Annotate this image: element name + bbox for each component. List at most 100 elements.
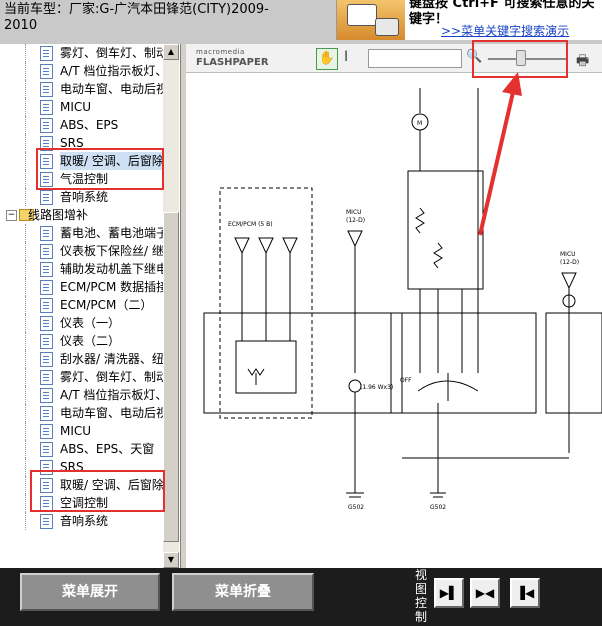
document-icon [40,442,53,457]
keyboard-icon [337,0,405,40]
current-vehicle-label: 当前车型：厂家:G-广汽本田锋范(CITY)2009- 2010 [4,2,279,34]
micu-left-sub: (12-D) [346,217,365,224]
tree-connector [25,332,38,350]
tree-connector [25,116,38,134]
tree-item[interactable]: A/T 档位指示板灯、 [0,386,163,404]
tree-item-label: 电动车窗、电动后视 [60,406,163,420]
tree-item-label: 雾灯、倒车灯、制动 [60,46,163,60]
tree-connector [25,260,38,278]
tree-item-label: 蓄电池、蓄电池端子 [60,226,163,240]
tree-item-label: 仪表板下保险丝/ 继 [60,244,163,258]
document-icon [40,190,53,205]
ecm-label: ECM/PCM (5 B) [228,221,273,228]
document-icon [40,262,53,277]
tree-item[interactable]: MICU [0,422,163,440]
document-icon [40,352,53,367]
micu-right-sub: (12-D) [560,259,579,266]
expand-menu-button[interactable]: 菜单展开 [20,573,160,611]
document-icon [40,388,53,403]
tree-connector [25,80,38,98]
tree-connector [25,188,38,206]
view-split-icon[interactable]: ▶◀ [470,578,500,608]
tree-item[interactable]: 仪表（一） [0,314,163,332]
tree-item-label: 线路图增补 [28,208,89,222]
document-icon [40,46,53,61]
tree-folder[interactable]: − 线路图增补 [0,206,163,224]
micu-right-label: MICU [560,251,576,258]
collapse-icon[interactable]: − [6,210,17,221]
tree-item[interactable]: A/T 档位指示板灯、 [0,62,163,80]
tree-connector [25,44,38,62]
tree-item-label: 刮水器/ 清洗器、纽 [60,352,163,366]
print-icon[interactable]: 🖶 [576,50,589,74]
search-tip-banner: 键盘按 Ctrl+F 可搜索任意的关键字！ >>菜单关键字搜索演示 [336,0,602,40]
tree-item-label: 音响系统 [60,514,109,528]
scroll-up-arrow-icon[interactable]: ▲ [163,44,179,60]
tree-item-label: 仪表（二） [60,334,121,348]
off-label: OFF [400,377,412,384]
view-right-icon[interactable]: ▶▌ [434,578,464,608]
document-icon [40,244,53,259]
collapse-menu-button[interactable]: 菜单折叠 [172,573,314,611]
tree-item[interactable]: ABS、EPS [0,116,163,134]
tree-item-label: 电动车窗、电动后视 [60,82,163,96]
brand-top: macromedia [196,48,245,56]
highlight-box-tree-top [36,148,164,190]
tree-item[interactable]: 电动车窗、电动后视 [0,80,163,98]
document-icon [40,406,53,421]
document-icon [40,82,53,97]
tree-connector [25,296,38,314]
document-icon [40,226,53,241]
tree-item[interactable]: 音响系统 [0,188,163,206]
view-control-label: 视图控制 [414,568,427,624]
tree-item[interactable]: 辅助发动机盖下继电 [0,260,163,278]
tree-item-label: MICU [60,424,92,438]
view-left-icon[interactable]: ▐◀ [510,578,540,608]
motor-label: M [417,120,422,127]
tree-item-label: 仪表（一） [60,316,121,330]
tree-item-label: A/T 档位指示板灯、 [60,64,163,78]
highlight-box-tree-bottom [30,470,165,512]
tree-item[interactable]: 雾灯、倒车灯、制动 [0,44,163,62]
document-icon [40,118,53,133]
tree-item-label: ABS、EPS、天窗 [60,442,155,456]
tree-connector [25,224,38,242]
tree-item[interactable]: ABS、EPS、天窗 [0,440,163,458]
tree-item-label: ECM/PCM（二） [60,298,153,312]
tree-item[interactable]: 音响系统 [0,512,163,530]
tree-item[interactable]: 刮水器/ 清洗器、纽 [0,350,163,368]
top-bar: 当前车型：厂家:G-广汽本田锋范(CITY)2009- 2010 键盘按 Ctr… [0,0,602,44]
tree-connector [25,314,38,332]
tree-item[interactable]: 仪表（二） [0,332,163,350]
find-input[interactable] [368,49,462,68]
tree-item-label: 音响系统 [60,190,109,204]
tree-connector [25,350,38,368]
tree-connector [25,440,38,458]
tree-connector [25,512,38,530]
tree-item-label: A/T 档位指示板灯、 [60,388,163,402]
scroll-down-arrow-icon[interactable]: ▼ [163,552,179,568]
g502-b-label: G502 [430,504,446,511]
hand-tool-icon[interactable]: ✋ [316,48,338,70]
tree-item[interactable]: 雾灯、倒车灯、制动 [0,368,163,386]
tree-item[interactable]: MICU [0,98,163,116]
tree-item[interactable]: 蓄电池、蓄电池端子 [0,224,163,242]
document-icon [40,370,53,385]
tree-scrollbar[interactable]: ▲ ▼ [163,44,179,568]
vehicle-line-1: 当前车型：厂家:G-广汽本田锋范(CITY)2009- [4,2,269,17]
scroll-thumb[interactable] [163,212,179,542]
tree-connector [25,62,38,80]
micu-left-label: MICU [346,209,362,216]
search-demo-link[interactable]: >>菜单关键字搜索演示 [441,22,569,39]
tree-item[interactable]: ECM/PCM（二） [0,296,163,314]
text-select-icon[interactable]: I [344,49,348,65]
lamp-label: (1.96 Wx3) [360,384,393,391]
tree-item[interactable]: 电动车窗、电动后视 [0,404,163,422]
tree-item-label: MICU [60,100,92,114]
tree-item[interactable]: 仪表板下保险丝/ 继 [0,242,163,260]
vehicle-line-2: 2010 [4,18,38,33]
tree-item[interactable]: ECM/PCM 数据插接 [0,278,163,296]
tree-connector [25,98,38,116]
tree-connector [25,422,38,440]
document-icon [40,316,53,331]
